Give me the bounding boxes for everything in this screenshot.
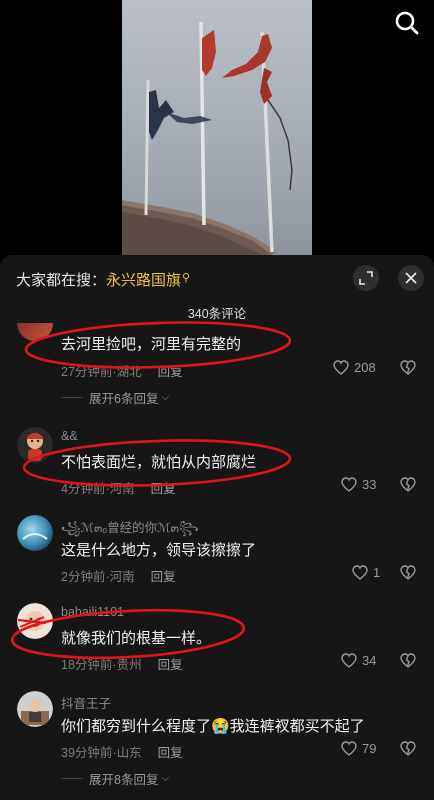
broken-heart-icon — [400, 741, 416, 756]
comment-time: 18分钟前 — [61, 658, 113, 672]
heart-outline-icon — [341, 741, 357, 756]
comment-username[interactable]: babaili1101 — [61, 605, 124, 619]
reply-button[interactable]: 回复 — [151, 482, 176, 496]
comment-time: 39分钟前 — [61, 746, 113, 760]
dislike-button[interactable] — [400, 565, 416, 584]
chevron-down-icon: ⌵ — [161, 773, 170, 784]
comment-username[interactable]: 抖音王子 — [61, 693, 111, 712]
avatar-image — [17, 427, 53, 463]
comment-item: ꧁ℳ๓ₒ曾经的你ℳ๓꧂ 这是什么地方，领导该擦擦了 2分钟前·河南 回复 1 — [0, 511, 434, 591]
video-player[interactable] — [0, 0, 434, 255]
comment-text: 你们都穷到什么程度了😭我连裤衩都买不起了 — [61, 718, 365, 735]
dislike-button[interactable] — [400, 477, 416, 496]
comment-item: 去河里捡吧，河里有完整的 27分钟前·湖北 回复 208 展开6条回复 ⌵ — [0, 317, 434, 407]
avatar[interactable] — [17, 323, 53, 341]
dislike-button[interactable] — [400, 653, 416, 672]
comment-time: 27分钟前 — [61, 365, 113, 379]
comment-location: 河南 — [109, 570, 135, 584]
like-button[interactable]: 33 — [341, 477, 376, 492]
dislike-button[interactable] — [400, 741, 416, 760]
broken-heart-icon — [400, 653, 416, 668]
expand-icon — [359, 271, 373, 285]
video-frame — [122, 0, 312, 255]
reply-button[interactable]: 回复 — [158, 658, 183, 672]
heart-outline-icon — [352, 565, 368, 580]
comment-username[interactable]: && — [61, 429, 78, 443]
search-suggestion-keyword[interactable]: 永兴路国旗 — [106, 272, 181, 289]
comment-meta: 2分钟前·河南 回复 — [61, 566, 176, 585]
reply-button[interactable]: 回复 — [151, 570, 176, 584]
flagpoles-scene — [122, 21, 293, 255]
like-count: 1 — [373, 565, 381, 580]
heart-outline-icon — [341, 653, 357, 668]
comment-meta: 18分钟前·贵州 回复 — [61, 654, 183, 673]
comment-text: 这是什么地方，领导该擦擦了 — [61, 542, 257, 559]
heart-outline-icon — [341, 477, 357, 492]
search-button[interactable] — [394, 10, 420, 36]
like-count: 33 — [362, 477, 377, 492]
like-button[interactable]: 79 — [341, 741, 376, 756]
comment-time: 4分钟前 — [61, 482, 106, 496]
search-suggestion-prefix: 大家都在搜： — [16, 272, 107, 289]
like-count: 79 — [362, 741, 377, 756]
sheet-header: 大家都在搜：永兴路国旗⚲ — [0, 255, 434, 301]
comment-text: 就像我们的根基一样。 — [61, 630, 212, 647]
comment-meta: 4分钟前·河南 回复 — [61, 478, 176, 497]
comment-location: 贵州 — [116, 658, 142, 672]
avatar-image — [17, 515, 53, 551]
comment-meta: 27分钟前·湖北 回复 — [61, 361, 183, 380]
comment-text: 不怕表面烂，就怕从内部腐烂 — [61, 454, 257, 471]
search-keyword-icon: ⚲ — [182, 272, 191, 284]
divider-line — [61, 778, 83, 779]
expand-replies-button[interactable]: 展开6条回复 ⌵ — [61, 388, 169, 407]
comment-item: && 不怕表面烂，就怕从内部腐烂 4分钟前·河南 回复 33 — [0, 423, 434, 503]
comment-location: 山东 — [116, 746, 142, 760]
divider-line — [61, 397, 83, 398]
comment-sheet: 大家都在搜：永兴路国旗⚲ 340条评论 去河里捡吧，河里有完整的 27分钟前·湖… — [0, 255, 434, 800]
heart-outline-icon — [333, 360, 349, 375]
broken-heart-icon — [400, 565, 416, 580]
expand-replies-label: 展开6条回复 — [89, 392, 159, 406]
comment-time: 2分钟前 — [61, 570, 106, 584]
fullscreen-comments-button[interactable] — [353, 265, 379, 291]
like-count: 34 — [362, 653, 377, 668]
comment-item: babaili1101 就像我们的根基一样。 18分钟前·贵州 回复 34 — [0, 599, 434, 679]
search-icon — [395, 11, 419, 35]
reply-button[interactable]: 回复 — [158, 365, 183, 379]
avatar[interactable] — [17, 515, 53, 551]
expand-replies-label: 展开8条回复 — [89, 773, 159, 787]
broken-heart-icon — [400, 360, 416, 375]
dislike-button[interactable] — [400, 360, 416, 379]
comment-meta: 39分钟前·山东 回复 — [61, 742, 183, 761]
chevron-down-icon: ⌵ — [161, 392, 170, 403]
like-button[interactable]: 1 — [352, 565, 380, 580]
avatar-image — [17, 603, 53, 639]
comment-location: 河南 — [109, 482, 135, 496]
avatar-image — [17, 691, 53, 727]
avatar[interactable] — [17, 691, 53, 727]
like-count: 208 — [354, 360, 376, 375]
comment-text: 去河里捡吧，河里有完整的 — [61, 336, 242, 353]
reply-button[interactable]: 回复 — [158, 746, 183, 760]
comment-item: 抖音王子 你们都穷到什么程度了😭我连裤衩都买不起了 39分钟前·山东 回复 79 … — [0, 687, 434, 800]
close-button[interactable] — [398, 265, 424, 291]
comment-location: 湖北 — [116, 365, 142, 379]
avatar[interactable] — [17, 427, 53, 463]
search-suggestion[interactable]: 大家都在搜：永兴路国旗⚲ — [16, 269, 190, 290]
like-button[interactable]: 208 — [333, 360, 376, 375]
close-icon — [405, 272, 417, 284]
broken-heart-icon — [400, 477, 416, 492]
like-button[interactable]: 34 — [341, 653, 376, 668]
expand-replies-button[interactable]: 展开8条回复 ⌵ — [61, 769, 169, 788]
avatar[interactable] — [17, 603, 53, 639]
